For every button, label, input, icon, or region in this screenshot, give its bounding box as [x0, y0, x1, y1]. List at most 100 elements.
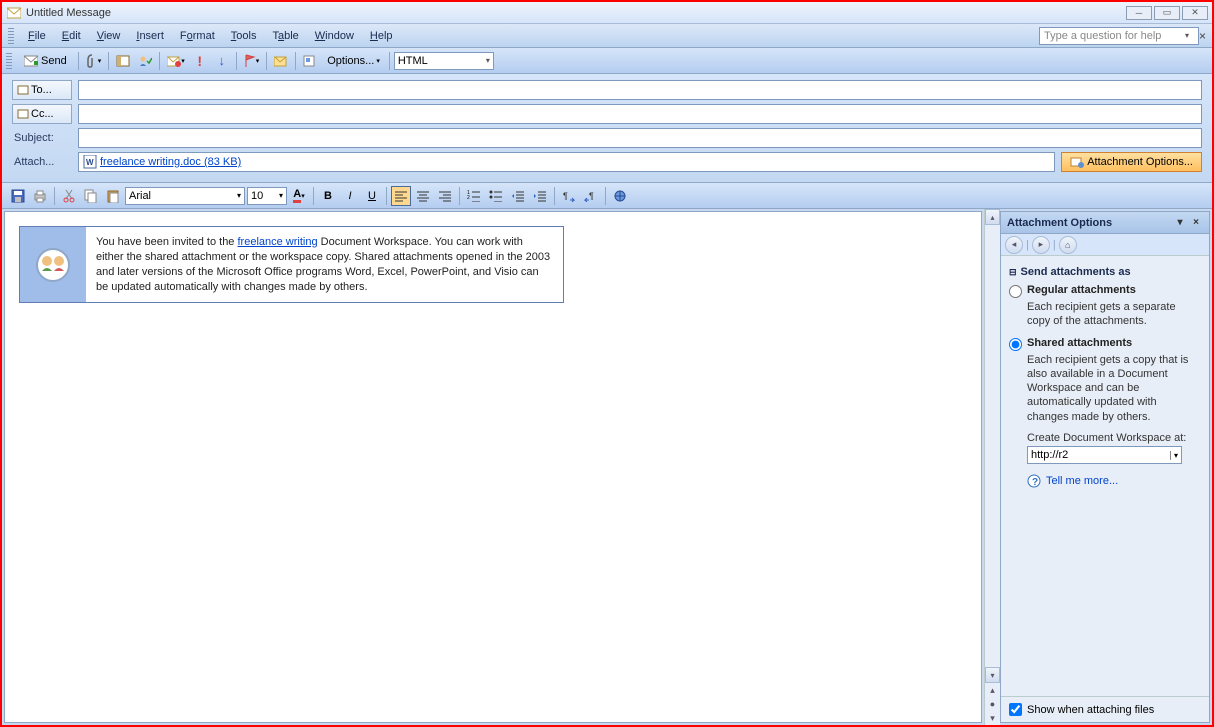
- scroll-down-icon[interactable]: ▾: [985, 667, 1000, 683]
- editor-scrollbar[interactable]: ▴ ▾ ▴ ● ▾: [984, 209, 1000, 725]
- importance-low-button[interactable]: ↓: [212, 51, 232, 71]
- increase-indent-button[interactable]: [530, 186, 550, 206]
- attachment-options-button[interactable]: Attachment Options...: [1061, 152, 1202, 172]
- workspace-location-dropdown[interactable]: http://r2▾: [1027, 446, 1182, 464]
- menu-format[interactable]: Format: [172, 28, 223, 44]
- options-button[interactable]: Options...▾: [322, 51, 385, 71]
- bullet-list-button[interactable]: [486, 186, 506, 206]
- regular-attachments-desc: Each recipient gets a separate copy of t…: [1027, 300, 1201, 329]
- create-rule-button[interactable]: [271, 51, 291, 71]
- menu-table[interactable]: Table: [264, 28, 306, 44]
- ltr-button[interactable]: ¶: [559, 186, 579, 206]
- svg-text:?: ?: [1032, 477, 1038, 488]
- subject-input[interactable]: [78, 128, 1202, 148]
- help-search-input[interactable]: Type a question for help: [1039, 27, 1199, 45]
- shared-attachments-desc: Each recipient gets a copy that is also …: [1027, 353, 1201, 424]
- shared-attachments-label: Shared attachments: [1027, 337, 1132, 349]
- menu-file[interactable]: File: [20, 28, 54, 44]
- menu-insert[interactable]: Insert: [128, 28, 172, 44]
- pane-home-button[interactable]: ⌂: [1059, 236, 1077, 254]
- menubar-close-icon[interactable]: ×: [1199, 29, 1206, 43]
- minimize-button[interactable]: ─: [1126, 6, 1152, 20]
- scroll-up-icon[interactable]: ▴: [985, 209, 1000, 225]
- workspace-info-text: You have been invited to the freelance w…: [86, 227, 563, 302]
- message-header: To... Cc... Subject: Attach... W freelan…: [2, 74, 1212, 183]
- align-center-button[interactable]: [413, 186, 433, 206]
- zoom-button[interactable]: [300, 51, 320, 71]
- importance-high-button[interactable]: !: [190, 51, 210, 71]
- rtl-button[interactable]: ¶: [581, 186, 601, 206]
- svg-text:¶: ¶: [563, 191, 568, 201]
- font-size-dropdown[interactable]: 10▾: [247, 187, 287, 205]
- menu-window[interactable]: Window: [307, 28, 362, 44]
- align-left-button[interactable]: [391, 186, 411, 206]
- book-icon: [17, 85, 29, 95]
- insert-hyperlink-button[interactable]: [610, 186, 630, 206]
- cc-button[interactable]: Cc...: [12, 104, 72, 124]
- cut-button[interactable]: [59, 186, 79, 206]
- print-button[interactable]: [30, 186, 50, 206]
- prev-page-icon[interactable]: ▴: [985, 683, 1000, 697]
- numbered-list-button[interactable]: 12: [464, 186, 484, 206]
- shared-attachments-radio[interactable]: [1009, 338, 1022, 351]
- send-button[interactable]: Send: [17, 51, 74, 71]
- flag-button[interactable]: ▾: [241, 51, 263, 71]
- menubar-grip[interactable]: [8, 28, 14, 44]
- close-button[interactable]: ✕: [1182, 6, 1208, 20]
- workspace-icon: [33, 245, 73, 285]
- menu-help[interactable]: Help: [362, 28, 401, 44]
- menu-view[interactable]: View: [89, 28, 129, 44]
- address-book-button[interactable]: [113, 51, 133, 71]
- attachment-link[interactable]: freelance writing.doc (83 KB): [100, 156, 241, 168]
- workspace-link[interactable]: freelance writing: [238, 236, 318, 248]
- align-right-button[interactable]: [435, 186, 455, 206]
- pane-close-icon[interactable]: ×: [1189, 216, 1203, 230]
- book-icon: [17, 109, 29, 119]
- permission-button[interactable]: ▾: [164, 51, 188, 71]
- to-input[interactable]: [78, 80, 1202, 100]
- next-page-icon[interactable]: ▾: [985, 711, 1000, 725]
- pane-back-button[interactable]: ◂: [1005, 236, 1023, 254]
- tell-me-more-link[interactable]: ? Tell me more...: [1027, 474, 1201, 488]
- copy-button[interactable]: [81, 186, 101, 206]
- bold-button[interactable]: B: [318, 186, 338, 206]
- regular-attachments-radio[interactable]: [1009, 285, 1022, 298]
- pane-forward-button[interactable]: ▸: [1032, 236, 1050, 254]
- maximize-button[interactable]: ▭: [1154, 6, 1180, 20]
- subject-label: Subject:: [12, 128, 72, 148]
- attach-button[interactable]: ▾: [83, 51, 105, 71]
- cc-input[interactable]: [78, 104, 1202, 124]
- main-toolbar: Send ▾ ▾ ! ↓ ▾ Options...▾ HTML▾: [2, 48, 1212, 74]
- show-when-attaching-label: Show when attaching files: [1027, 704, 1154, 716]
- show-when-attaching-checkbox[interactable]: [1009, 703, 1022, 716]
- help-dropdown-icon[interactable]: ▾: [1185, 31, 1189, 40]
- attachment-options-pane: Attachment Options ▾ × ◂ | ▸ | ⌂ ⊟Send a…: [1000, 211, 1210, 723]
- italic-button[interactable]: I: [340, 186, 360, 206]
- message-body-editor[interactable]: You have been invited to the freelance w…: [4, 211, 982, 723]
- decrease-indent-button[interactable]: [508, 186, 528, 206]
- menu-tools[interactable]: Tools: [223, 28, 265, 44]
- attachment-well[interactable]: W freelance writing.doc (83 KB): [78, 152, 1055, 172]
- paste-button[interactable]: [103, 186, 123, 206]
- menu-edit[interactable]: Edit: [54, 28, 89, 44]
- save-button[interactable]: [8, 186, 28, 206]
- regular-attachments-label: Regular attachments: [1027, 284, 1136, 296]
- to-button[interactable]: To...: [12, 80, 72, 100]
- font-dropdown[interactable]: Arial▾: [125, 187, 245, 205]
- mail-icon: [6, 5, 22, 21]
- pane-dropdown-icon[interactable]: ▾: [1173, 216, 1187, 230]
- word-doc-icon: W: [83, 155, 97, 169]
- select-browse-icon[interactable]: ●: [985, 697, 1000, 711]
- font-color-button[interactable]: A▾: [289, 186, 309, 206]
- formatting-toolbar: Arial▾ 10▾ A▾ B I U 12 ¶ ¶: [2, 183, 1212, 209]
- attach-options-icon: [1070, 156, 1084, 168]
- window-title: Untitled Message: [26, 7, 1124, 19]
- message-format-dropdown[interactable]: HTML▾: [394, 52, 494, 70]
- svg-text:2: 2: [467, 195, 470, 201]
- help-icon: ?: [1027, 474, 1041, 488]
- send-label: Send: [41, 55, 67, 67]
- check-names-button[interactable]: [135, 51, 155, 71]
- underline-button[interactable]: U: [362, 186, 382, 206]
- toolbar-grip[interactable]: [6, 53, 12, 69]
- pane-title: Attachment Options: [1007, 217, 1112, 229]
